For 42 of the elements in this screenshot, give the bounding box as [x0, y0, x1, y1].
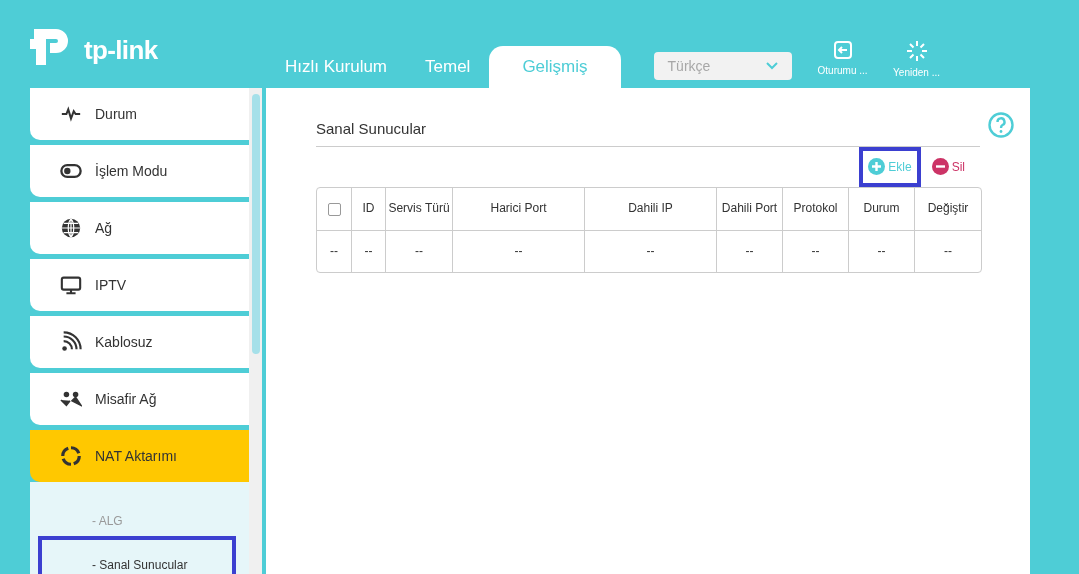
column-header: ID	[352, 187, 386, 231]
submenu-item[interactable]: - Sanal Sunucular	[42, 556, 188, 574]
monitor-icon	[60, 274, 82, 296]
table-cell: --	[717, 230, 783, 272]
refresh-icon	[60, 445, 82, 467]
table-cell: --	[783, 230, 849, 272]
column-header: Servis Türü	[386, 187, 453, 231]
spinner-icon	[905, 40, 928, 62]
table-cell: --	[453, 230, 585, 272]
table-cell: --	[352, 230, 386, 272]
sidebar-item[interactable]: Kablosuz	[30, 316, 249, 368]
scrollbar-thumb[interactable]	[251, 94, 260, 354]
select-all-checkbox[interactable]	[327, 202, 341, 216]
table-cell: --	[386, 230, 453, 272]
sidebar-item[interactable]: İşlem Modu	[30, 145, 249, 197]
logout-icon	[832, 40, 853, 60]
column-header: Protokol	[783, 187, 849, 231]
table-cell-text: --	[943, 243, 953, 260]
table-cell: --	[849, 230, 915, 272]
column-header: Değiştir	[915, 187, 981, 231]
table-cell: --	[585, 230, 717, 272]
help-icon[interactable]	[988, 112, 1014, 138]
table-cell: --	[317, 230, 352, 272]
delete-button[interactable]: Sil	[931, 157, 965, 176]
sidebar-item[interactable]: Misafir Ağ	[30, 373, 249, 425]
sidebar-item[interactable]: Ağ	[30, 202, 249, 254]
language-value: Türkçe	[667, 56, 711, 76]
column-header: Durum	[849, 187, 915, 231]
section-title: Sanal Sunucular	[316, 118, 980, 147]
minus-icon	[931, 158, 949, 175]
chevron-down-icon	[765, 62, 778, 70]
sidebar-item[interactable]: Durum	[30, 88, 249, 140]
submenu-item[interactable]: - ALG	[42, 512, 123, 530]
column-header: Dahili IP	[585, 187, 717, 231]
sidebar-item[interactable]: IPTV	[30, 259, 249, 311]
sidebar-item[interactable]: NAT Aktarımı	[30, 430, 249, 482]
column-header: Harici Port	[453, 187, 585, 231]
logo-text: tp-link	[84, 34, 158, 67]
wireless-icon	[60, 331, 82, 353]
plus-icon	[868, 158, 886, 175]
globe-icon	[60, 217, 82, 239]
column-header: Dahili Port	[717, 187, 783, 231]
